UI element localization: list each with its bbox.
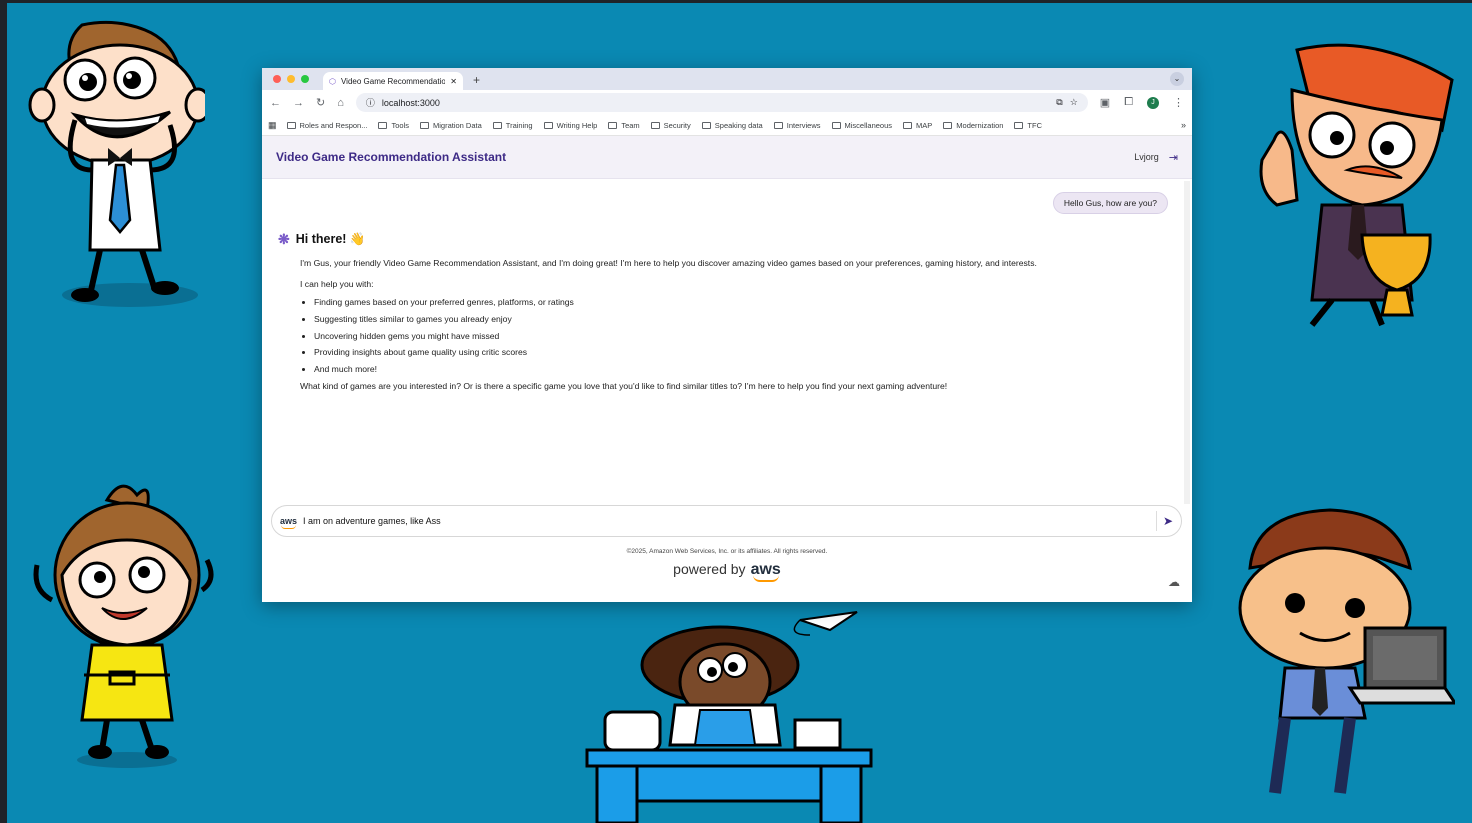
chat-input-bar[interactable]: aws I am on adventure games, like Ass ➤ xyxy=(271,505,1182,537)
bookmark-folder[interactable]: Migration Data xyxy=(420,121,482,130)
screen-frame-left xyxy=(0,0,7,823)
list-item: And much more! xyxy=(314,364,1168,375)
tab-strip: ⬡ Video Game Recommendation Assistant ✕ … xyxy=(262,68,1192,90)
tab-title: Video Game Recommendation Assistant xyxy=(340,76,446,86)
username: Lvjorg xyxy=(1134,152,1159,162)
bookmark-folder[interactable]: Tools xyxy=(378,121,409,130)
bookmark-folder[interactable]: MAP xyxy=(903,121,932,130)
cartoon-girl-desk xyxy=(585,611,873,823)
extensions-icon[interactable]: ▣ xyxy=(1100,96,1110,109)
cloud-icon[interactable]: ☁ xyxy=(1168,575,1180,589)
folder-icon xyxy=(492,121,502,129)
close-window-button[interactable] xyxy=(273,75,281,83)
cartoon-boy-tie xyxy=(28,20,205,307)
bookmarks-overflow-button[interactable]: » xyxy=(1181,120,1186,130)
screen-frame-top xyxy=(0,0,1472,3)
bookmark-folder[interactable]: TFC xyxy=(1014,121,1042,130)
folder-icon xyxy=(286,121,296,129)
url-text: localhost:3000 xyxy=(381,97,440,108)
bookmark-folder[interactable]: Modernization xyxy=(943,121,1003,130)
bookmark-folder[interactable]: Interviews xyxy=(773,121,821,130)
star-icon[interactable]: ☆ xyxy=(1070,97,1078,108)
address-bar[interactable]: ⓘ localhost:3000 ⧉ ☆ xyxy=(355,93,1088,112)
menu-icon[interactable]: ⋮ xyxy=(1173,96,1184,109)
folder-icon xyxy=(701,121,711,129)
bookmarks-bar: ▦ Roles and Respon... Tools Migration Da… xyxy=(262,115,1192,136)
puzzle-icon[interactable]: ⧠ xyxy=(1124,96,1133,109)
folder-icon xyxy=(1014,121,1024,129)
window-controls xyxy=(262,75,309,90)
chat-area: Hello Gus, how are you? ❋ Hi there! 👋 I'… xyxy=(262,181,1184,504)
copyright-text: ©2025, Amazon Web Services, Inc. or its … xyxy=(626,548,828,555)
forward-icon[interactable]: → xyxy=(293,97,304,109)
folder-icon xyxy=(650,121,660,129)
folder-icon xyxy=(608,121,618,129)
profile-avatar[interactable]: J xyxy=(1147,96,1159,109)
help-heading: I can help you with: xyxy=(300,279,374,289)
list-item: Suggesting titles similar to games you a… xyxy=(314,314,1168,325)
tab-favicon-icon: ⬡ xyxy=(329,76,336,86)
bookmark-folder[interactable]: Team xyxy=(608,121,640,130)
help-list: Finding games based on your preferred ge… xyxy=(300,297,1168,375)
folder-icon xyxy=(420,121,429,129)
logout-icon[interactable]: ⇥ xyxy=(1169,151,1178,164)
browser-tab-active[interactable]: ⬡ Video Game Recommendation Assistant ✕ xyxy=(323,72,463,90)
apps-grid-icon[interactable]: ▦ xyxy=(268,120,277,131)
home-icon[interactable]: ⌂ xyxy=(337,97,344,109)
bookmark-folder[interactable]: Writing Help xyxy=(543,121,597,130)
powered-by-aws: powered by aws xyxy=(673,561,781,582)
cartoon-girl-yellow-dress xyxy=(33,484,214,768)
app-title: Video Game Recommendation Assistant xyxy=(276,150,507,164)
list-item: Providing insights about game quality us… xyxy=(314,347,1168,358)
message-input[interactable]: I am on adventure games, like Ass xyxy=(303,516,1150,526)
back-icon[interactable]: ← xyxy=(270,97,281,109)
cartoon-man-trophy xyxy=(1259,43,1454,327)
site-info-icon[interactable]: ⓘ xyxy=(366,96,375,109)
browser-window: ⬡ Video Game Recommendation Assistant ✕ … xyxy=(262,68,1192,602)
reload-icon[interactable]: ↻ xyxy=(316,96,325,109)
send-icon[interactable]: ➤ xyxy=(1163,514,1173,528)
tab-search-button[interactable]: ⌄ xyxy=(1170,72,1184,86)
aws-badge: aws xyxy=(280,516,298,529)
assistant-intro: I'm Gus, your friendly Video Game Recomm… xyxy=(300,258,1037,268)
folder-icon xyxy=(831,121,841,129)
list-item: Uncovering hidden gems you might have mi… xyxy=(314,331,1168,342)
assistant-message: ❋ Hi there! 👋 I'm Gus, your friendly Vid… xyxy=(278,231,1168,392)
folder-icon xyxy=(903,121,913,129)
folder-icon xyxy=(378,121,388,129)
list-item: Finding games based on your preferred ge… xyxy=(314,297,1168,308)
bookmark-folder[interactable]: Miscellaneous xyxy=(831,121,892,130)
cartoon-boy-laptop xyxy=(1238,508,1455,794)
user-menu: Lvjorg ⇥ xyxy=(1134,151,1178,164)
assistant-closing: What kind of games are you interested in… xyxy=(300,381,948,392)
brain-icon: ❋ xyxy=(278,231,290,247)
page-footer: ©2025, Amazon Web Services, Inc. or its … xyxy=(262,548,1192,582)
close-tab-icon[interactable]: ✕ xyxy=(450,77,457,86)
folder-icon xyxy=(943,121,953,129)
minimize-window-button[interactable] xyxy=(287,75,295,83)
bookmark-folder[interactable]: Roles and Respon... xyxy=(286,121,367,130)
app-header: Video Game Recommendation Assistant Lvjo… xyxy=(262,136,1192,179)
powered-by-label: powered by xyxy=(673,561,746,577)
folder-icon xyxy=(543,121,553,129)
bookmark-folder[interactable]: Training xyxy=(492,121,533,130)
assistant-greeting: Hi there! 👋 xyxy=(295,232,366,246)
maximize-window-button[interactable] xyxy=(301,75,309,83)
navigation-bar: ← → ↻ ⌂ ⓘ localhost:3000 ⧉ ☆ ▣ ⧠ J ⋮ xyxy=(262,90,1192,115)
aws-logo: aws xyxy=(750,561,781,582)
new-tab-button[interactable]: + xyxy=(463,73,480,90)
install-icon[interactable]: ⧉ xyxy=(1056,97,1062,108)
user-message-bubble: Hello Gus, how are you? xyxy=(1052,192,1168,214)
bookmark-folder[interactable]: Speaking data xyxy=(701,121,763,130)
chat-scrollbar[interactable] xyxy=(1184,181,1190,504)
folder-icon xyxy=(773,121,783,129)
input-divider xyxy=(1155,511,1157,531)
bookmark-folder[interactable]: Security xyxy=(650,121,691,130)
